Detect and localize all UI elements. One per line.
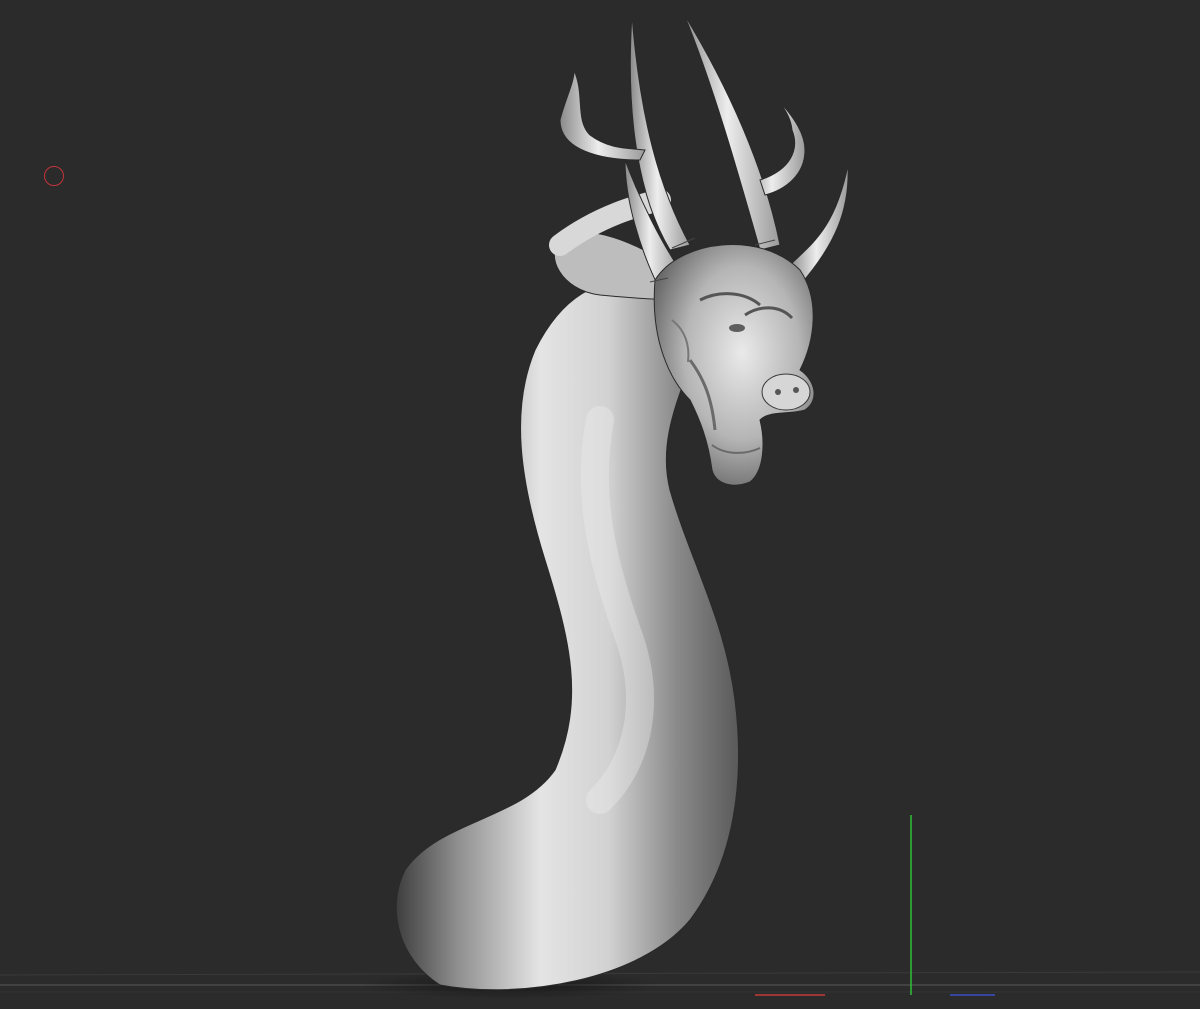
dragon-eye: [729, 324, 745, 332]
sculpt-scene[interactable]: [0, 0, 1200, 1009]
dragon-snout: [761, 373, 811, 411]
axis-gizmo: [755, 815, 995, 996]
viewport-canvas[interactable]: [0, 0, 1200, 1009]
brush-cursor-icon: [44, 166, 64, 186]
dragon-head[interactable]: [653, 244, 815, 486]
